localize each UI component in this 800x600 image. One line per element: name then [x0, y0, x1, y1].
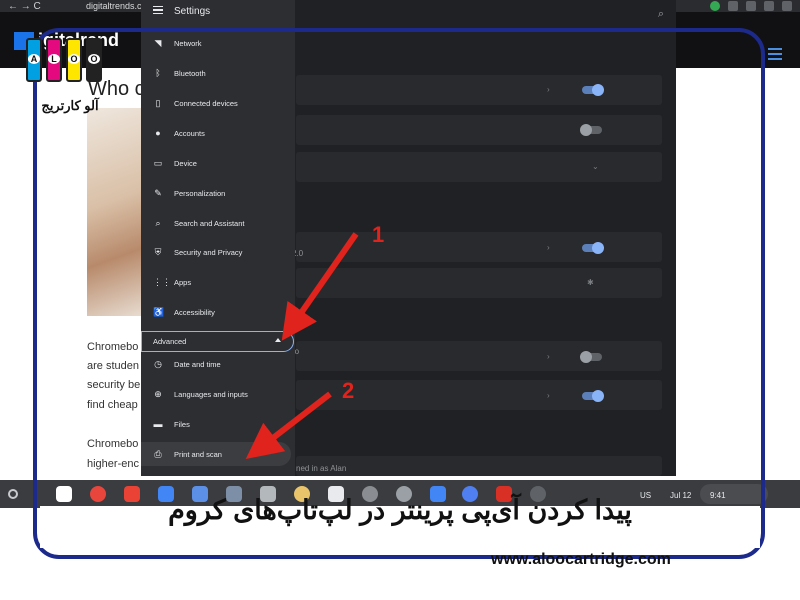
- site-url: www.aloocartridge.com: [491, 551, 671, 568]
- arrow-2-number: 2: [342, 378, 355, 403]
- arrow-1: [281, 232, 359, 341]
- arrow-2: [245, 391, 332, 459]
- caption-title: پیدا کردن آی‌پی پرینتر در لپ‌تاپ‌های کرو…: [168, 495, 632, 525]
- aloo-cartridge-logo: A L O O آلو کارتریج: [18, 18, 116, 113]
- screenshot-root: ← → C digitaltrends.com igitalrend Who c…: [0, 0, 800, 600]
- logo-persian-text: آلو کارتریج: [41, 98, 99, 113]
- arrow-1-number: 1: [372, 222, 385, 247]
